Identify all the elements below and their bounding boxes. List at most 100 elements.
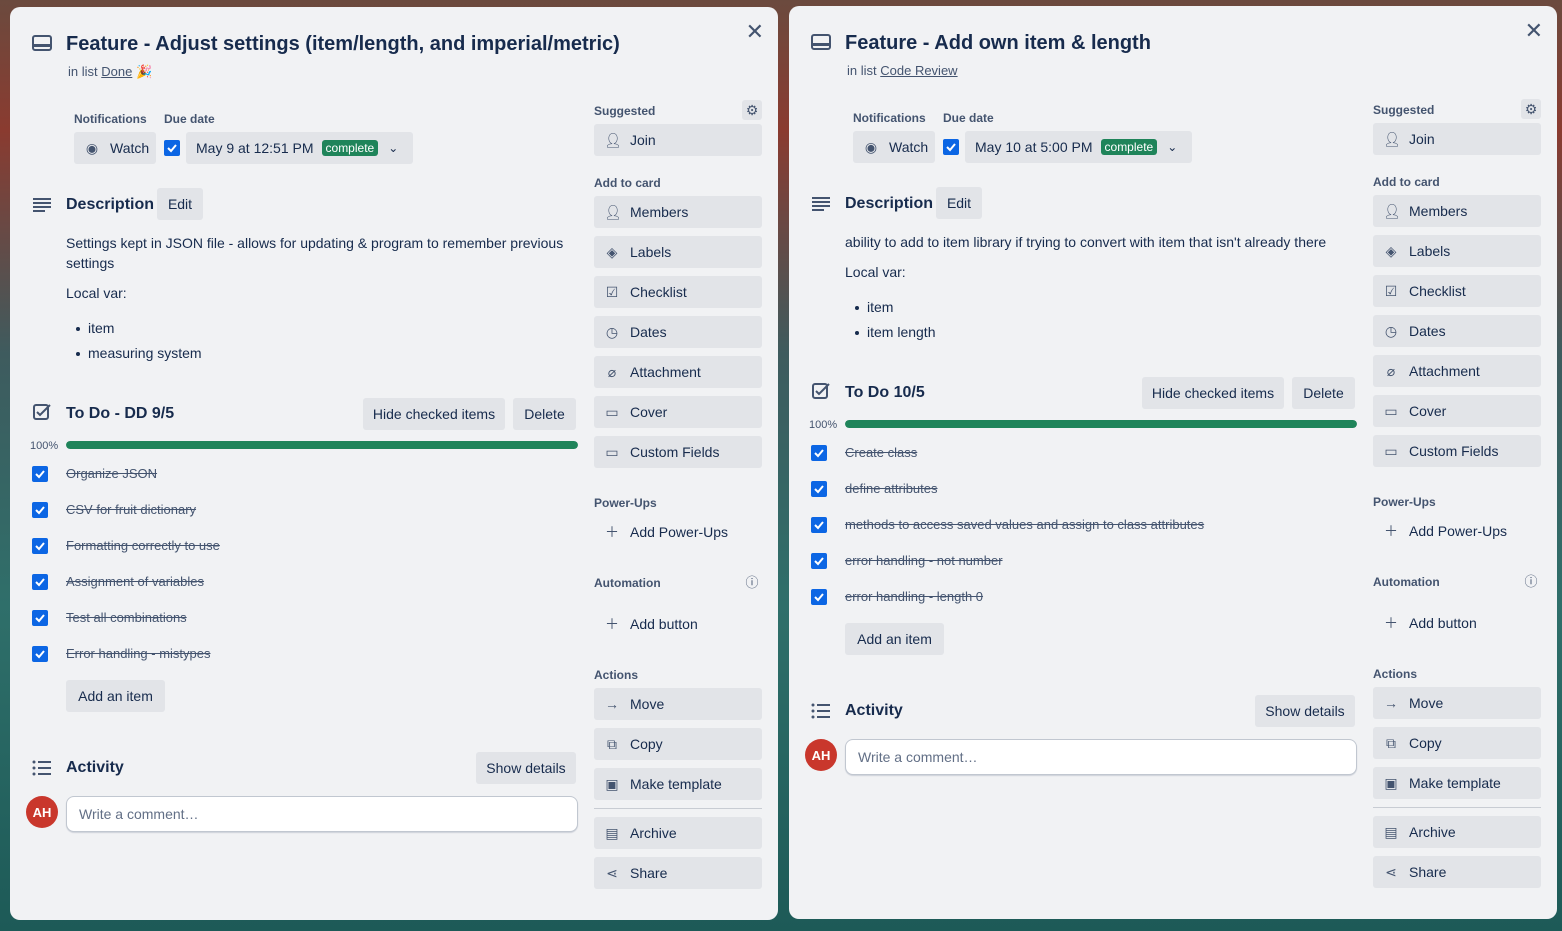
checklist-item-checkbox[interactable] xyxy=(811,445,827,461)
hide-checked-items-button[interactable]: Hide checked items xyxy=(1142,377,1284,409)
list-link[interactable]: Code Review xyxy=(880,63,957,78)
activity-icon xyxy=(32,760,51,776)
gear-icon[interactable]: ⚙ xyxy=(742,100,762,120)
checklist-item-text[interactable]: Formatting correctly to use xyxy=(66,538,220,553)
attachment-button[interactable]: ⌀ Attachment xyxy=(594,356,762,388)
labels-button[interactable]: ◈ Labels xyxy=(594,236,762,268)
due-date-button[interactable]: May 9 at 12:51 PM complete ⌄ xyxy=(186,132,413,164)
members-button[interactable]: 👤︎ Members xyxy=(594,196,762,228)
avatar[interactable]: AH xyxy=(805,739,837,771)
checklist-item-text[interactable]: define attributes xyxy=(845,481,938,496)
share-button[interactable]: ⋖ Share xyxy=(1373,856,1541,888)
move-button[interactable]: → Move xyxy=(594,688,762,720)
checklist-item-text[interactable]: error handling - length 0 xyxy=(845,589,983,604)
checklist-item-checkbox[interactable] xyxy=(32,538,48,554)
close-icon[interactable]: ✕ xyxy=(1525,20,1543,42)
checklist-button[interactable]: ☑ Checklist xyxy=(594,276,762,308)
due-date-complete-checkbox[interactable] xyxy=(164,140,180,156)
checklist-item-text[interactable]: Create class xyxy=(845,445,917,460)
description-text[interactable]: Settings kept in JSON file - allows for … xyxy=(66,233,578,273)
make-template-button[interactable]: ▣ Make template xyxy=(1373,767,1541,799)
checklist-item-checkbox[interactable] xyxy=(811,481,827,497)
checklist-item-checkbox[interactable] xyxy=(32,610,48,626)
avatar[interactable]: AH xyxy=(26,796,58,828)
divider xyxy=(1373,807,1541,808)
hide-checked-items-button[interactable]: Hide checked items xyxy=(363,398,505,430)
checklist-item-text[interactable]: methods to access saved values and assig… xyxy=(845,517,1204,532)
cover-icon: ▭ xyxy=(1384,402,1398,419)
checklist-item-text[interactable]: error handling - not number xyxy=(845,553,1003,568)
card-icon xyxy=(32,35,52,51)
checklist-item-text[interactable]: Error handling - mistypes xyxy=(66,646,211,661)
power-ups-label: Power-Ups xyxy=(594,496,657,510)
due-date-label: Due date xyxy=(943,111,994,125)
list-link[interactable]: Done xyxy=(101,64,132,79)
delete-checklist-button[interactable]: Delete xyxy=(513,398,576,430)
add-button-button[interactable]: ＋ Add button xyxy=(594,608,762,640)
add-item-button[interactable]: Add an item xyxy=(66,680,165,712)
checklist-item-checkbox[interactable] xyxy=(32,466,48,482)
add-item-button[interactable]: Add an item xyxy=(845,623,944,655)
checklist-icon: ☑ xyxy=(605,283,619,300)
checklist-item-checkbox[interactable] xyxy=(32,646,48,662)
gear-icon[interactable]: ⚙ xyxy=(1521,99,1541,119)
checklist-title[interactable]: To Do - DD 9/5 xyxy=(66,405,174,423)
add-button-button[interactable]: ＋ Add button xyxy=(1373,607,1541,639)
cover-button[interactable]: ▭ Cover xyxy=(594,396,762,428)
share-button[interactable]: ⋖ Share xyxy=(594,857,762,889)
description-text[interactable]: ability to add to item library if trying… xyxy=(845,232,1357,252)
custom-fields-button[interactable]: ▭ Custom Fields xyxy=(1373,435,1541,467)
edit-description-button[interactable]: Edit xyxy=(157,188,203,220)
checklist-item-text[interactable]: Assignment of variables xyxy=(66,574,204,589)
checklist-item-text[interactable]: CSV for fruit dictionary xyxy=(66,502,196,517)
custom-fields-icon: ▭ xyxy=(605,443,619,460)
checklist-item-checkbox[interactable] xyxy=(811,553,827,569)
dates-button[interactable]: ◷ Dates xyxy=(594,316,762,348)
checklist-item-text[interactable]: Organize JSON xyxy=(66,466,157,481)
watch-button[interactable]: ◉ Watch xyxy=(853,131,935,163)
copy-button[interactable]: ⧉ Copy xyxy=(1373,727,1541,759)
show-details-button[interactable]: Show details xyxy=(476,752,576,784)
card-title[interactable]: Feature - Add own item & length xyxy=(845,32,1151,55)
card-title[interactable]: Feature - Adjust settings (item/length, … xyxy=(66,33,620,56)
copy-button[interactable]: ⧉ Copy xyxy=(594,728,762,760)
attachment-button[interactable]: ⌀ Attachment xyxy=(1373,355,1541,387)
checklist-item-text[interactable]: Test all combinations xyxy=(66,610,187,625)
archive-button[interactable]: ▤ Archive xyxy=(594,817,762,849)
due-date-button[interactable]: May 10 at 5:00 PM complete ⌄ xyxy=(965,131,1192,163)
eye-icon: ◉ xyxy=(864,138,878,155)
list-item: item xyxy=(76,316,202,341)
list-item: measuring system xyxy=(76,341,202,366)
move-button[interactable]: → Move xyxy=(1373,687,1541,719)
local-var-list: item measuring system xyxy=(76,316,202,366)
custom-fields-button[interactable]: ▭ Custom Fields xyxy=(594,436,762,468)
checklist-item-checkbox[interactable] xyxy=(32,574,48,590)
labels-button[interactable]: ◈ Labels xyxy=(1373,235,1541,267)
checklist-button[interactable]: ☑ Checklist xyxy=(1373,275,1541,307)
info-icon[interactable]: ⓘ xyxy=(742,571,762,591)
archive-button[interactable]: ▤ Archive xyxy=(1373,816,1541,848)
checklist-title[interactable]: To Do 10/5 xyxy=(845,384,925,402)
delete-checklist-button[interactable]: Delete xyxy=(1292,377,1355,409)
list-item: item length xyxy=(855,320,935,345)
show-details-button[interactable]: Show details xyxy=(1255,695,1355,727)
join-button[interactable]: 👤︎ Join xyxy=(1373,123,1541,155)
comment-input[interactable]: Write a comment… xyxy=(845,739,1357,775)
description-title: Description xyxy=(66,196,155,213)
members-button[interactable]: 👤︎ Members xyxy=(1373,195,1541,227)
info-icon[interactable]: ⓘ xyxy=(1521,570,1541,590)
add-power-ups-button[interactable]: ＋ Add Power-Ups xyxy=(1373,515,1541,547)
dates-button[interactable]: ◷ Dates xyxy=(1373,315,1541,347)
add-power-ups-button[interactable]: ＋ Add Power-Ups xyxy=(594,516,762,548)
watch-button[interactable]: ◉ Watch xyxy=(74,132,156,164)
join-button[interactable]: 👤︎ Join xyxy=(594,124,762,156)
due-date-complete-checkbox[interactable] xyxy=(943,139,959,155)
comment-input[interactable]: Write a comment… xyxy=(66,796,578,832)
checklist-item-checkbox[interactable] xyxy=(811,589,827,605)
checklist-item-checkbox[interactable] xyxy=(811,517,827,533)
edit-description-button[interactable]: Edit xyxy=(936,187,982,219)
checklist-item-checkbox[interactable] xyxy=(32,502,48,518)
cover-button[interactable]: ▭ Cover xyxy=(1373,395,1541,427)
close-icon[interactable]: ✕ xyxy=(746,21,764,43)
make-template-button[interactable]: ▣ Make template xyxy=(594,768,762,800)
